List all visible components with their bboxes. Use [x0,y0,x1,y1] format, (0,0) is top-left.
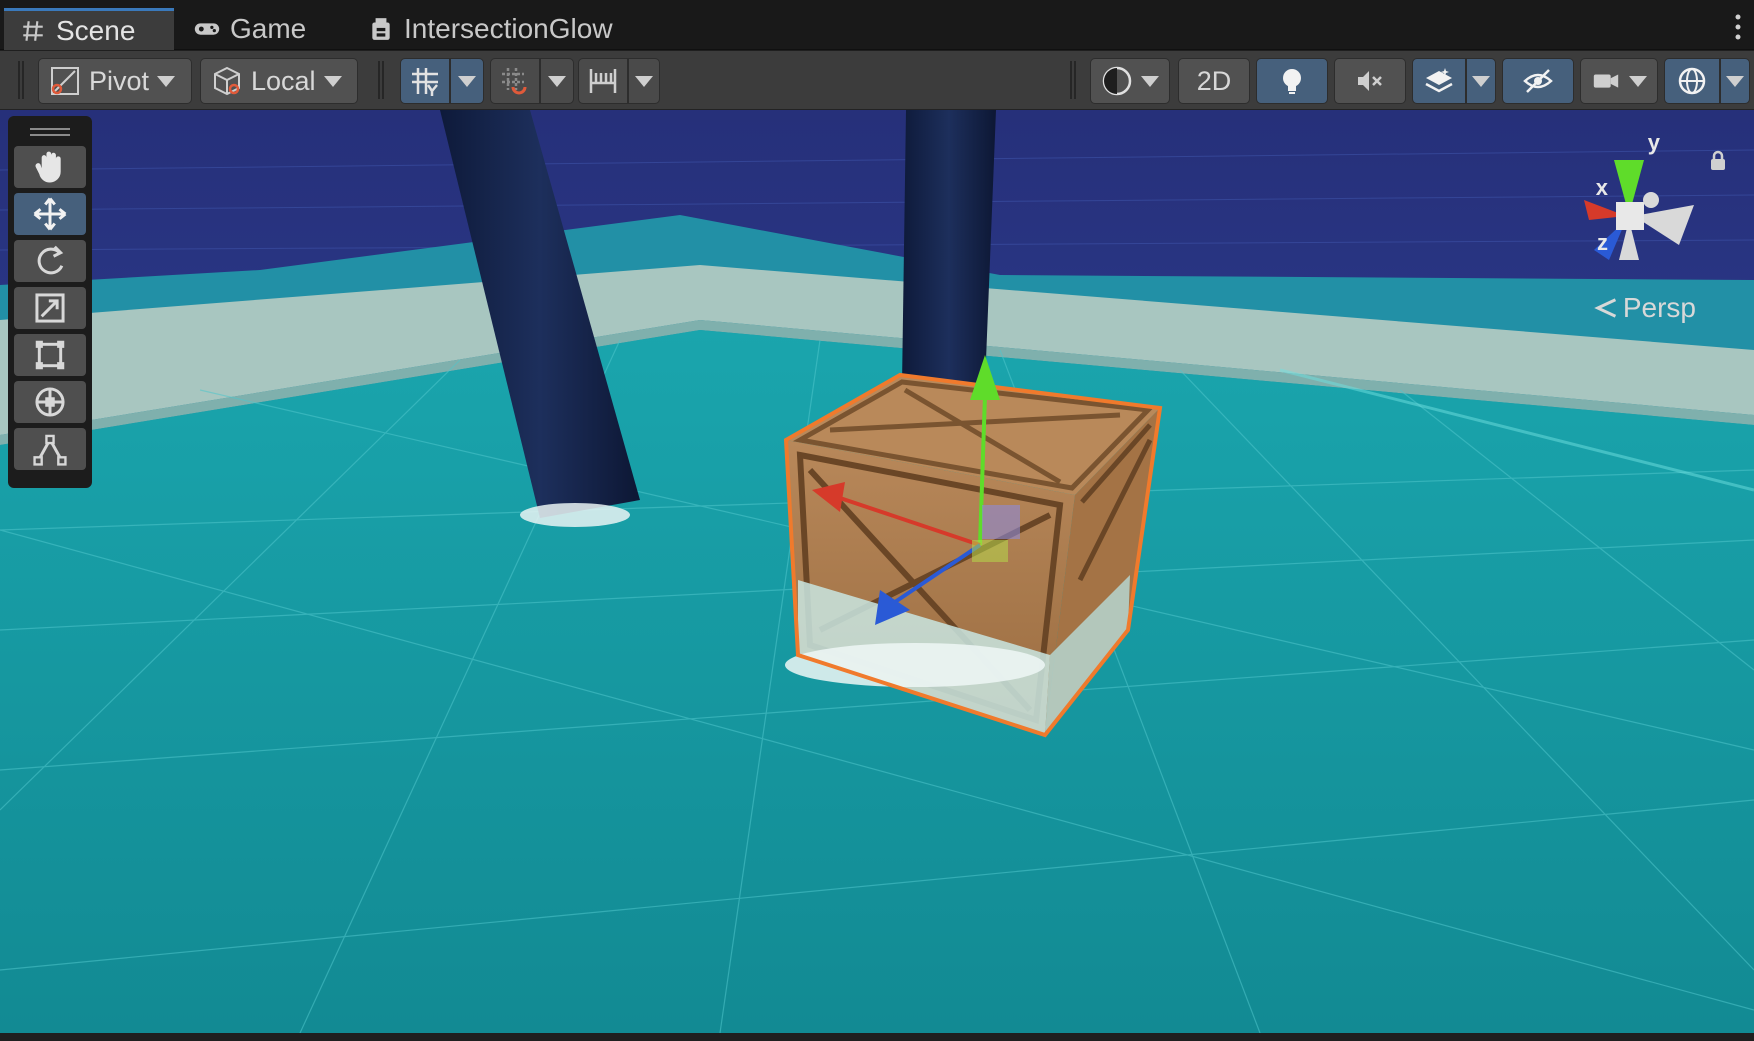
tab-intersectionglow-label: IntersectionGlow [404,13,613,44]
rotate-icon [37,245,64,275]
toolbar-grip[interactable] [378,61,384,99]
more-options-icon[interactable] [1732,12,1744,42]
chevron-down-icon [635,76,653,87]
effects-layers-icon [1425,68,1453,93]
palette-drag-handle[interactable] [30,128,70,136]
gamepad-icon [194,23,220,35]
scale-tool[interactable] [14,287,86,329]
lighting-toggle[interactable] [1256,58,1328,104]
hand-tool[interactable] [14,146,86,188]
shading-sphere-icon [1102,66,1132,96]
lightbulb-icon [1283,69,1301,94]
grid-snap-toggle[interactable] [400,58,450,104]
scene-visibility-toggle[interactable] [1502,58,1574,104]
pivot-icon [51,67,79,95]
projection-label: Persp [1622,292,1696,323]
move-tool[interactable] [14,193,86,235]
scene-render[interactable] [0,110,1754,1033]
custom-tool[interactable] [14,428,86,470]
projection-toggle[interactable]: Persp [1593,292,1696,324]
bottom-status-strip [0,1033,1754,1041]
local-cube-icon [214,66,240,96]
gizmo-plane-handle[interactable] [982,505,1020,539]
transform-tool[interactable] [14,381,86,423]
pivot-dropdown[interactable]: Pivot [38,58,192,104]
scale-icon [35,293,65,323]
effects-dropdown[interactable] [1466,58,1496,104]
audio-toggle[interactable] [1334,58,1406,104]
increment-snap-icon [502,68,527,95]
effects-toggle[interactable] [1412,58,1466,104]
increment-snap-toggle[interactable] [490,58,540,104]
grid-snap-dropdown[interactable] [450,58,484,104]
camera-icon [1593,74,1619,88]
left-pillar-foam [520,503,630,527]
chevron-down-icon [458,76,476,87]
gizmos-dropdown[interactable] [1720,58,1750,104]
chevron-down-icon [323,75,342,87]
ruler-snap-dropdown[interactable] [628,58,660,104]
camera-settings-dropdown[interactable] [1580,58,1658,104]
toolbar-grip[interactable] [1070,61,1076,99]
tab-game[interactable]: Game [178,8,322,50]
right-pillar [902,110,996,385]
chevron-down-icon [1629,75,1647,87]
gizmo-z-label: z [1597,230,1608,255]
gizmo-neg-z-ball[interactable] [1643,192,1659,208]
hand-icon [35,151,61,183]
gizmo-plane-handle[interactable] [972,540,1008,562]
pivot-label: Pivot [89,65,150,96]
chevron-down-icon [157,75,176,87]
tab-bar: Scene Game IntersectionGlow [0,0,1754,50]
ruler-snap-toggle[interactable] [578,58,628,104]
gizmo-globe-icon [1678,67,1706,95]
gizmo-y-label: y [1647,130,1660,155]
mode-2d-toggle[interactable]: 2D [1178,58,1250,104]
eye-slash-icon [1523,69,1553,93]
toolbar-grip[interactable] [18,61,24,99]
rect-icon [35,340,65,370]
audio-muted-icon [1358,71,1382,91]
rect-tool[interactable] [14,334,86,376]
mode-2d-label: 2D [1196,65,1232,96]
film-icon [372,18,390,40]
increment-snap-dropdown[interactable] [540,58,574,104]
chevron-down-icon [1472,76,1490,87]
ruler-icon [589,69,617,93]
local-label: Local [251,65,316,96]
move-icon [33,197,67,231]
chevron-down-icon [548,76,566,87]
scene-toolbar: Pivot Local 2D [0,51,1754,110]
hash-icon [23,20,43,41]
tab-scene-label: Scene [56,14,136,46]
chevron-down-icon [1726,76,1744,87]
tab-intersectionglow[interactable]: IntersectionGlow [352,8,629,50]
transform-icon [35,387,65,417]
local-dropdown[interactable]: Local [200,58,358,104]
gizmo-x-label: x [1595,175,1608,200]
draw-mode-dropdown[interactable] [1090,58,1170,104]
rotate-tool[interactable] [14,240,86,282]
chevron-down-icon [1141,75,1159,87]
tab-scene[interactable]: Scene [4,8,174,50]
grid-snap-icon [412,68,438,96]
gizmos-toggle[interactable] [1664,58,1720,104]
lock-icon[interactable] [1708,150,1728,172]
custom-tool-icon [33,434,67,466]
gizmo-center-cube[interactable] [1616,202,1644,230]
tab-game-label: Game [230,13,307,44]
perspective-chevron-icon [1594,298,1616,318]
scene-viewport[interactable]: y x z Persp [0,110,1754,1033]
orientation-gizmo[interactable] [1554,120,1724,300]
tool-palette [8,116,92,488]
